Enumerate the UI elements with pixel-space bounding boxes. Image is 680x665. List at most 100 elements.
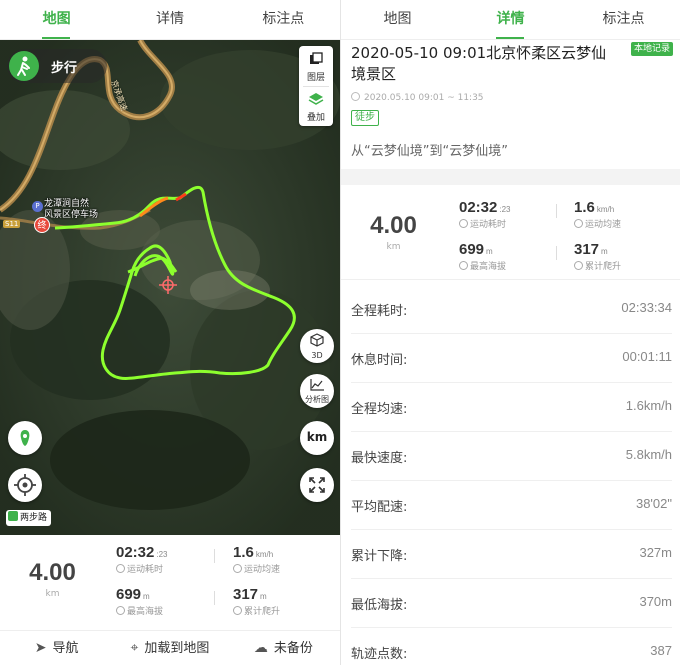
- map-layer-controls: 图层 叠加: [299, 46, 333, 126]
- detail-value: 38'02": [635, 496, 672, 511]
- climb-icon: [233, 606, 242, 615]
- divider: [214, 591, 215, 605]
- detail-value: 5.8km/h: [625, 447, 672, 462]
- load-to-map-label: 加载到地图: [144, 641, 210, 656]
- locate-button[interactable]: [8, 468, 42, 502]
- map-view[interactable]: 步行 图层 叠加 P 龙潭涧自然 风景区停车场 S11 京承高速 终 两步路 3…: [0, 40, 340, 535]
- detail-row-min-altitude: 最低海拔: 370m: [351, 579, 672, 628]
- climb-unit: m: [260, 592, 267, 601]
- avg-speed-label: 运动均速: [244, 565, 281, 575]
- satellite-map: [0, 40, 340, 535]
- mountain-icon: [116, 606, 125, 615]
- detail-row-track-points: 轨迹点数: 387: [351, 628, 672, 665]
- distance-block: 4.00 km: [0, 535, 105, 599]
- end-marker: 终: [34, 217, 50, 233]
- section-gap: [341, 169, 680, 185]
- duration-seconds: :23: [156, 550, 168, 559]
- load-to-map-button[interactable]: ⌖ 加载到地图: [113, 631, 226, 665]
- path-source-badge: 两步路: [6, 510, 52, 526]
- detail-value: 02:33:34: [621, 300, 672, 315]
- layers-icon: [310, 52, 323, 64]
- duration-value: 02:32: [116, 544, 155, 561]
- avg-speed-label: 运动均速: [585, 220, 622, 230]
- avg-speed-value: 1.6: [574, 199, 595, 216]
- detail-value: 387: [650, 643, 672, 658]
- divider: [556, 246, 557, 260]
- overlay-button[interactable]: 叠加: [299, 86, 333, 126]
- action-bar: ➤ 导航 ⌖ 加载到地图 ☁ 未备份: [0, 630, 340, 665]
- 3d-button[interactable]: 3D: [300, 329, 334, 363]
- detail-value: 1.6km/h: [625, 398, 672, 413]
- footprint-icon: [20, 430, 30, 446]
- poi-label-line2: 风景区停车场: [44, 210, 99, 220]
- track-record-button[interactable]: [8, 421, 42, 455]
- max-altitude-unit: m: [143, 592, 150, 601]
- detail-value: 00:01:11: [622, 349, 672, 364]
- timer-icon: [116, 564, 125, 573]
- overlay-button-label: 叠加: [306, 113, 325, 123]
- tab-bar: 地图 详情 标注点: [0, 0, 340, 40]
- unit-toggle-button[interactable]: km: [300, 421, 334, 455]
- track-summary: 4.00 km 02:32:23 运动耗时 1.6 km/h 运动均速 699 m …: [0, 535, 340, 627]
- road-number-sign: S11: [3, 220, 21, 228]
- detail-row-total-time: 全程耗时: 02:33:34: [351, 285, 672, 334]
- climb-label: 累计爬升: [244, 607, 281, 617]
- overlay-stack-icon: [308, 93, 324, 105]
- detail-label: 最低海拔:: [351, 598, 408, 613]
- avg-speed-unit: km/h: [596, 205, 615, 214]
- details-panel: 地图 详情 标注点 2020-05-10 09:01北京怀柔区云梦仙境景区 本地…: [341, 0, 680, 665]
- locate-icon: [14, 474, 36, 496]
- tab-map[interactable]: 地图: [0, 0, 113, 39]
- mountain-icon: [459, 261, 468, 270]
- active-tab-indicator: [42, 37, 70, 39]
- tab-markers[interactable]: 标注点: [567, 0, 680, 39]
- path-source-label: 两步路: [20, 513, 48, 523]
- cloud-upload-icon: ☁: [253, 640, 268, 656]
- tab-bar: 地图 详情 标注点: [341, 0, 680, 40]
- sport-mode-pill[interactable]: 步行: [7, 49, 107, 83]
- tab-details[interactable]: 详情: [454, 0, 567, 39]
- max-altitude-value: 699: [116, 586, 142, 603]
- navigate-label: 导航: [52, 641, 79, 656]
- fullscreen-button[interactable]: [300, 468, 334, 502]
- navigate-button[interactable]: ➤ 导航: [0, 631, 113, 665]
- speed-icon: [233, 564, 242, 573]
- app-logo-icon: [8, 511, 18, 521]
- detail-row-avg-speed: 全程均速: 1.6km/h: [351, 383, 672, 432]
- tab-details[interactable]: 详情: [113, 0, 226, 39]
- avg-speed-unit: km/h: [255, 550, 274, 559]
- max-altitude-stat: 699 m 最高海拔: [459, 241, 506, 272]
- layer-button-label: 图层: [306, 73, 325, 83]
- unit-toggle-label: km: [306, 430, 328, 444]
- layer-button[interactable]: 图层: [299, 46, 333, 86]
- climb-value: 317: [574, 241, 600, 258]
- active-tab-indicator: [496, 37, 524, 39]
- expand-icon: [309, 477, 325, 493]
- max-altitude-value: 699: [459, 241, 485, 258]
- route-description: 从“云梦仙境”到“云梦仙境”: [351, 144, 508, 159]
- duration-label: 运动耗时: [127, 565, 164, 575]
- detail-row-avg-pace: 平均配速: 38'02": [351, 481, 672, 530]
- climb-stat: 317 m 累计爬升: [574, 241, 621, 272]
- detail-label: 累计下降:: [351, 549, 408, 564]
- detail-row-total-descent: 累计下降: 327m: [351, 530, 672, 579]
- line-chart-icon: [310, 379, 324, 391]
- divider: [214, 549, 215, 563]
- max-altitude-stat: 699 m 最高海拔: [116, 586, 163, 617]
- analysis-chart-label: 分析图: [305, 395, 329, 404]
- backup-button[interactable]: ☁ 未备份: [227, 631, 340, 665]
- track-summary: 4.00 km 02:32:23 运动耗时 1.6 km/h 运动均速 699 m …: [341, 188, 680, 280]
- tab-markers[interactable]: 标注点: [227, 0, 340, 39]
- duration-seconds: :23: [499, 205, 511, 214]
- max-altitude-label: 最高海拔: [127, 607, 164, 617]
- timer-icon: [459, 219, 468, 228]
- time-range-text: 2020.05.10 09:01 ~ 11:35: [364, 93, 484, 103]
- analysis-chart-button[interactable]: 分析图: [300, 374, 334, 408]
- distance-block: 4.00 km: [341, 188, 446, 252]
- distance-value: 4.00: [370, 212, 417, 239]
- detail-row-max-speed: 最快速度: 5.8km/h: [351, 432, 672, 481]
- speed-icon: [574, 219, 583, 228]
- tab-map[interactable]: 地图: [341, 0, 454, 39]
- detail-label: 全程耗时:: [351, 304, 408, 319]
- detail-label: 休息时间:: [351, 353, 408, 368]
